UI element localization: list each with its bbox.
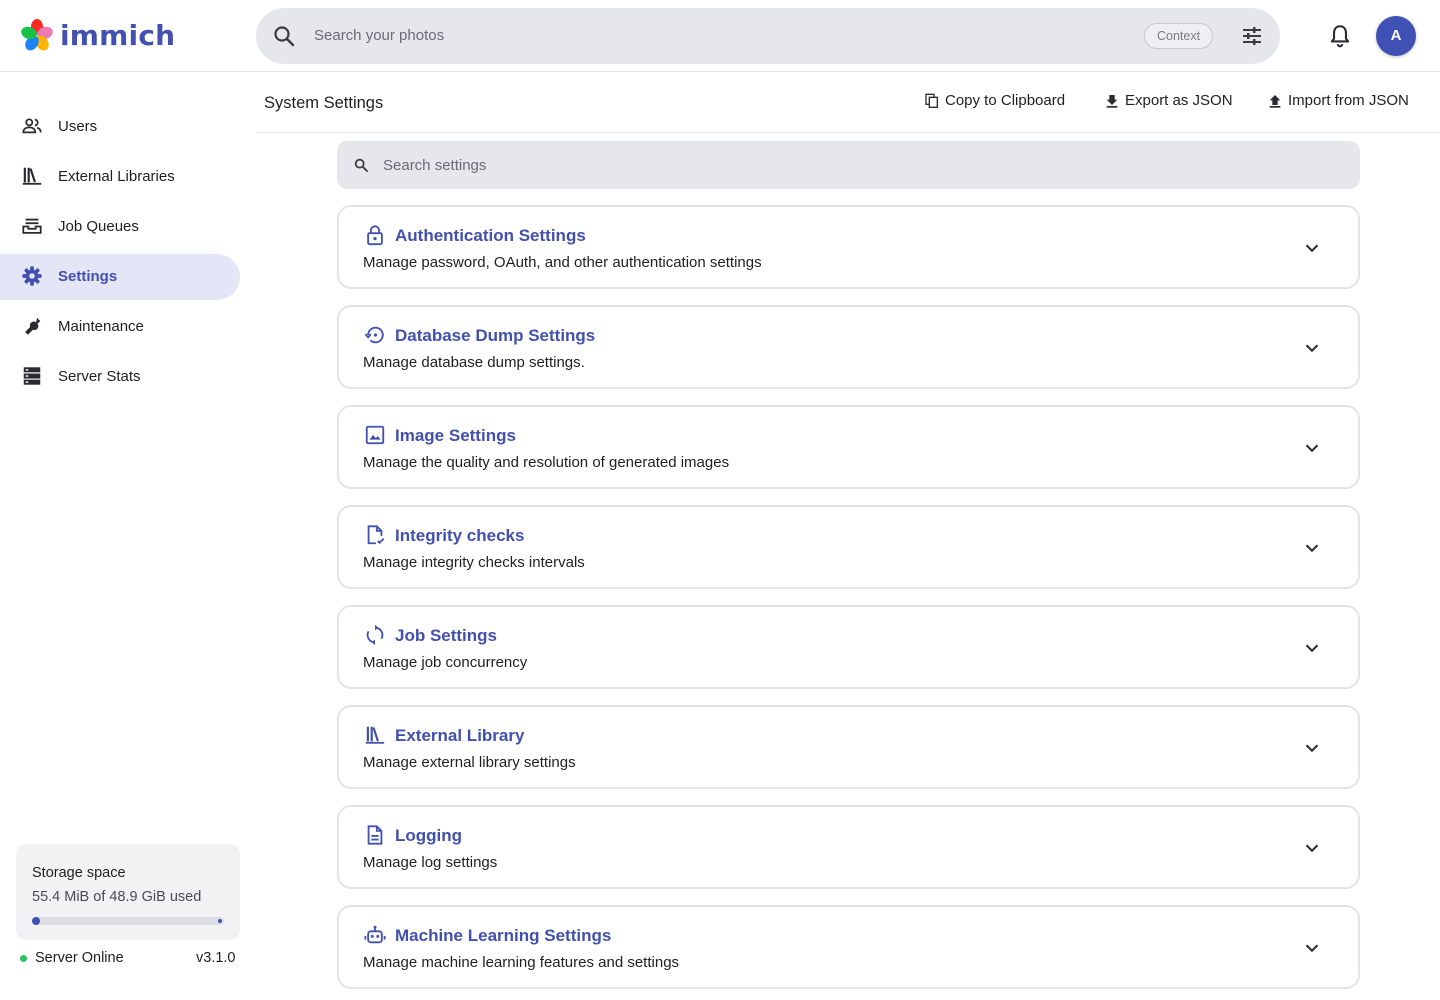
- users-icon: [22, 118, 42, 134]
- tune-icon[interactable]: [1240, 24, 1264, 48]
- section-description: Manage machine learning features and set…: [363, 954, 680, 971]
- sidebar-item-label: Users: [58, 118, 98, 135]
- search-icon[interactable]: [272, 24, 296, 48]
- section-image-settings[interactable]: Image Settings Manage the quality and re…: [337, 405, 1360, 489]
- app-name: immich: [60, 18, 176, 52]
- server-version[interactable]: v3.1.0: [196, 950, 236, 966]
- sidebar-item-users[interactable]: Users: [0, 104, 240, 150]
- app-logo[interactable]: immich: [20, 18, 175, 52]
- bell-icon[interactable]: [1327, 23, 1353, 49]
- file-check-icon: [367, 525, 385, 545]
- user-avatar[interactable]: A: [1376, 16, 1416, 56]
- chevron-down-icon[interactable]: [1301, 837, 1323, 859]
- section-machine-learning-settings[interactable]: Machine Learning Settings Manage machine…: [337, 905, 1360, 989]
- section-title: Job Settings: [395, 626, 498, 645]
- search-input[interactable]: Search your photos: [314, 27, 444, 44]
- library-icon: [22, 167, 42, 185]
- pinwheel-logo-icon: [21, 19, 53, 51]
- gear-icon: [22, 266, 42, 286]
- sidebar-item-label: Maintenance: [58, 318, 144, 335]
- sidebar-item-external-libraries[interactable]: External Libraries: [0, 154, 240, 200]
- wrench-icon: [25, 317, 41, 335]
- section-title: Logging: [395, 826, 463, 845]
- storage-progress-fill: [32, 917, 40, 925]
- upload-icon: [1269, 94, 1281, 108]
- section-title: External Library: [395, 726, 525, 745]
- section-logging[interactable]: Logging Manage log settings: [337, 805, 1360, 889]
- copy-icon: [925, 93, 938, 108]
- download-icon: [1106, 94, 1118, 108]
- chevron-down-icon[interactable]: [1301, 737, 1323, 759]
- section-description: Manage external library settings: [363, 754, 576, 771]
- sidebar-item-server-stats[interactable]: Server Stats: [0, 354, 240, 400]
- context-search-button[interactable]: Context: [1144, 23, 1214, 49]
- sidebar-item-label: Settings: [58, 268, 118, 285]
- lock-icon: [367, 225, 383, 246]
- sidebar-item-label: External Libraries: [58, 168, 175, 185]
- section-description: Manage the quality and resolution of gen…: [363, 454, 730, 471]
- section-title: Database Dump Settings: [395, 326, 596, 345]
- status-online-dot: [20, 954, 27, 962]
- section-database-dump-settings[interactable]: Database Dump Settings Manage database d…: [337, 305, 1360, 389]
- server-status: Server Online: [20, 950, 124, 966]
- section-integrity-checks[interactable]: Integrity checks Manage integrity checks…: [337, 505, 1360, 589]
- tray-icon: [22, 218, 42, 234]
- section-title: Machine Learning Settings: [395, 926, 612, 945]
- section-description: Manage integrity checks intervals: [363, 554, 585, 571]
- sidebar-item-maintenance[interactable]: Maintenance: [0, 304, 240, 350]
- library-icon: [365, 726, 385, 744]
- export-json-button[interactable]: Export as JSON: [1104, 92, 1233, 109]
- chevron-down-icon[interactable]: [1301, 237, 1323, 259]
- file-document-icon: [367, 825, 383, 845]
- storage-progress-bar: [32, 917, 224, 925]
- import-json-button[interactable]: Import from JSON: [1267, 92, 1409, 109]
- copy-to-clipboard-label: Copy to Clipboard: [945, 92, 1066, 109]
- backup-restore-icon: [364, 326, 384, 344]
- chevron-down-icon[interactable]: [1301, 537, 1323, 559]
- settings-search-bar[interactable]: Search settings: [337, 141, 1360, 189]
- sidebar-item-label: Server Stats: [58, 368, 141, 385]
- settings-search-input[interactable]: Search settings: [383, 157, 486, 174]
- section-title: Integrity checks: [395, 526, 525, 545]
- sidebar-item-job-queues[interactable]: Job Queues: [0, 204, 240, 250]
- sidebar-item-settings[interactable]: Settings: [0, 254, 240, 300]
- copy-to-clipboard-button[interactable]: Copy to Clipboard: [924, 92, 1065, 109]
- server-icon: [23, 367, 41, 385]
- chevron-down-icon[interactable]: [1301, 637, 1323, 659]
- sync-icon: [366, 624, 384, 646]
- settings-header: System Settings Copy to Clipboard Export…: [256, 72, 1440, 133]
- top-bar: immich Search your photos Context A: [0, 0, 1440, 72]
- section-description: Manage log settings: [363, 854, 498, 871]
- section-title: Authentication Settings: [395, 226, 586, 245]
- export-json-label: Export as JSON: [1125, 92, 1233, 109]
- section-job-settings[interactable]: Job Settings Manage job concurrency: [337, 605, 1360, 689]
- chevron-down-icon[interactable]: [1301, 337, 1323, 359]
- storage-bar-end-marker: [218, 919, 222, 923]
- section-description: Manage job concurrency: [363, 654, 528, 671]
- storage-title: Storage space: [32, 865, 126, 881]
- chevron-down-icon[interactable]: [1301, 937, 1323, 959]
- photo-search-bar[interactable]: Search your photos Context: [256, 8, 1280, 64]
- section-description: Manage database dump settings.: [363, 354, 585, 371]
- import-json-label: Import from JSON: [1288, 92, 1409, 109]
- server-status-label: Server Online: [35, 950, 124, 966]
- page-title: System Settings: [264, 94, 384, 112]
- sidebar: Users External Libraries Job Queues Sett…: [0, 72, 256, 1000]
- storage-space-card: Storage space 55.4 MiB of 48.9 GiB used: [16, 844, 240, 940]
- section-authentication-settings[interactable]: Authentication Settings Manage password,…: [337, 205, 1360, 289]
- chevron-down-icon[interactable]: [1301, 437, 1323, 459]
- robot-icon: [364, 925, 386, 944]
- image-icon: [365, 425, 385, 445]
- section-title: Image Settings: [395, 426, 516, 445]
- section-description: Manage password, OAuth, and other authen…: [363, 254, 762, 271]
- search-icon: [354, 158, 368, 172]
- section-external-library[interactable]: External Library Manage external library…: [337, 705, 1360, 789]
- sidebar-item-label: Job Queues: [58, 218, 139, 235]
- storage-used-text: 55.4 MiB of 48.9 GiB used: [32, 889, 202, 905]
